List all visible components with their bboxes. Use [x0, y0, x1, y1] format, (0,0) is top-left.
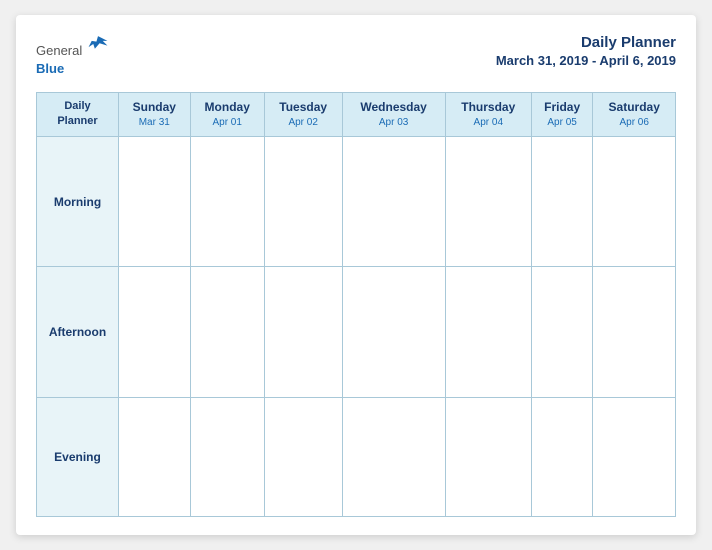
tuesday-name: Tuesday: [269, 100, 338, 116]
monday-date: Apr 01: [195, 116, 260, 129]
evening-tuesday[interactable]: [264, 398, 342, 517]
saturday-date: Apr 06: [597, 116, 671, 129]
monday-name: Monday: [195, 100, 260, 116]
logo-area: General Blue: [36, 33, 109, 78]
header-friday: Friday Apr 05: [531, 93, 593, 137]
wednesday-name: Wednesday: [347, 100, 441, 116]
planner-title: Daily Planner: [496, 33, 676, 53]
evening-label: Evening: [37, 398, 119, 517]
thursday-date: Apr 04: [450, 116, 527, 129]
tuesday-date: Apr 02: [269, 116, 338, 129]
evening-monday[interactable]: [190, 398, 264, 517]
sunday-date: Mar 31: [123, 116, 186, 129]
morning-sunday[interactable]: [119, 136, 191, 267]
friday-date: Apr 05: [536, 116, 589, 129]
header-wednesday: Wednesday Apr 03: [342, 93, 445, 137]
morning-label: Morning: [37, 136, 119, 267]
friday-name: Friday: [536, 100, 589, 116]
afternoon-monday[interactable]: [190, 267, 264, 398]
logo-text: General Blue: [36, 33, 109, 78]
morning-friday[interactable]: [531, 136, 593, 267]
page: General Blue Daily Planner March 31, 201…: [16, 15, 696, 535]
header-saturday: Saturday Apr 06: [593, 93, 676, 137]
afternoon-saturday[interactable]: [593, 267, 676, 398]
header-tuesday: Tuesday Apr 02: [264, 93, 342, 137]
afternoon-sunday[interactable]: [119, 267, 191, 398]
first-col-line1: Daily: [64, 100, 90, 112]
morning-tuesday[interactable]: [264, 136, 342, 267]
evening-saturday[interactable]: [593, 398, 676, 517]
morning-thursday[interactable]: [445, 136, 531, 267]
header-label-cell: Daily Planner: [37, 93, 119, 137]
saturday-name: Saturday: [597, 100, 671, 116]
afternoon-wednesday[interactable]: [342, 267, 445, 398]
header-row: Daily Planner Sunday Mar 31 Monday Apr 0…: [37, 93, 676, 137]
header-sunday: Sunday Mar 31: [119, 93, 191, 137]
evening-friday[interactable]: [531, 398, 593, 517]
afternoon-thursday[interactable]: [445, 267, 531, 398]
thursday-name: Thursday: [450, 100, 527, 116]
evening-sunday[interactable]: [119, 398, 191, 517]
header-monday: Monday Apr 01: [190, 93, 264, 137]
evening-wednesday[interactable]: [342, 398, 445, 517]
header: General Blue Daily Planner March 31, 201…: [36, 33, 676, 78]
calendar-table: Daily Planner Sunday Mar 31 Monday Apr 0…: [36, 92, 676, 517]
logo-general: General: [36, 43, 82, 58]
header-thursday: Thursday Apr 04: [445, 93, 531, 137]
logo-blue: Blue: [36, 61, 64, 76]
wednesday-date: Apr 03: [347, 116, 441, 129]
first-col-line2: Planner: [57, 115, 97, 127]
title-area: Daily Planner March 31, 2019 - April 6, …: [496, 33, 676, 69]
morning-monday[interactable]: [190, 136, 264, 267]
afternoon-tuesday[interactable]: [264, 267, 342, 398]
afternoon-friday[interactable]: [531, 267, 593, 398]
evening-row: Evening: [37, 398, 676, 517]
afternoon-row: Afternoon: [37, 267, 676, 398]
planner-date-range: March 31, 2019 - April 6, 2019: [496, 53, 676, 70]
sunday-name: Sunday: [123, 100, 186, 116]
morning-wednesday[interactable]: [342, 136, 445, 267]
logo-bird-icon: [87, 33, 109, 55]
morning-row: Morning: [37, 136, 676, 267]
evening-thursday[interactable]: [445, 398, 531, 517]
afternoon-label: Afternoon: [37, 267, 119, 398]
morning-saturday[interactable]: [593, 136, 676, 267]
